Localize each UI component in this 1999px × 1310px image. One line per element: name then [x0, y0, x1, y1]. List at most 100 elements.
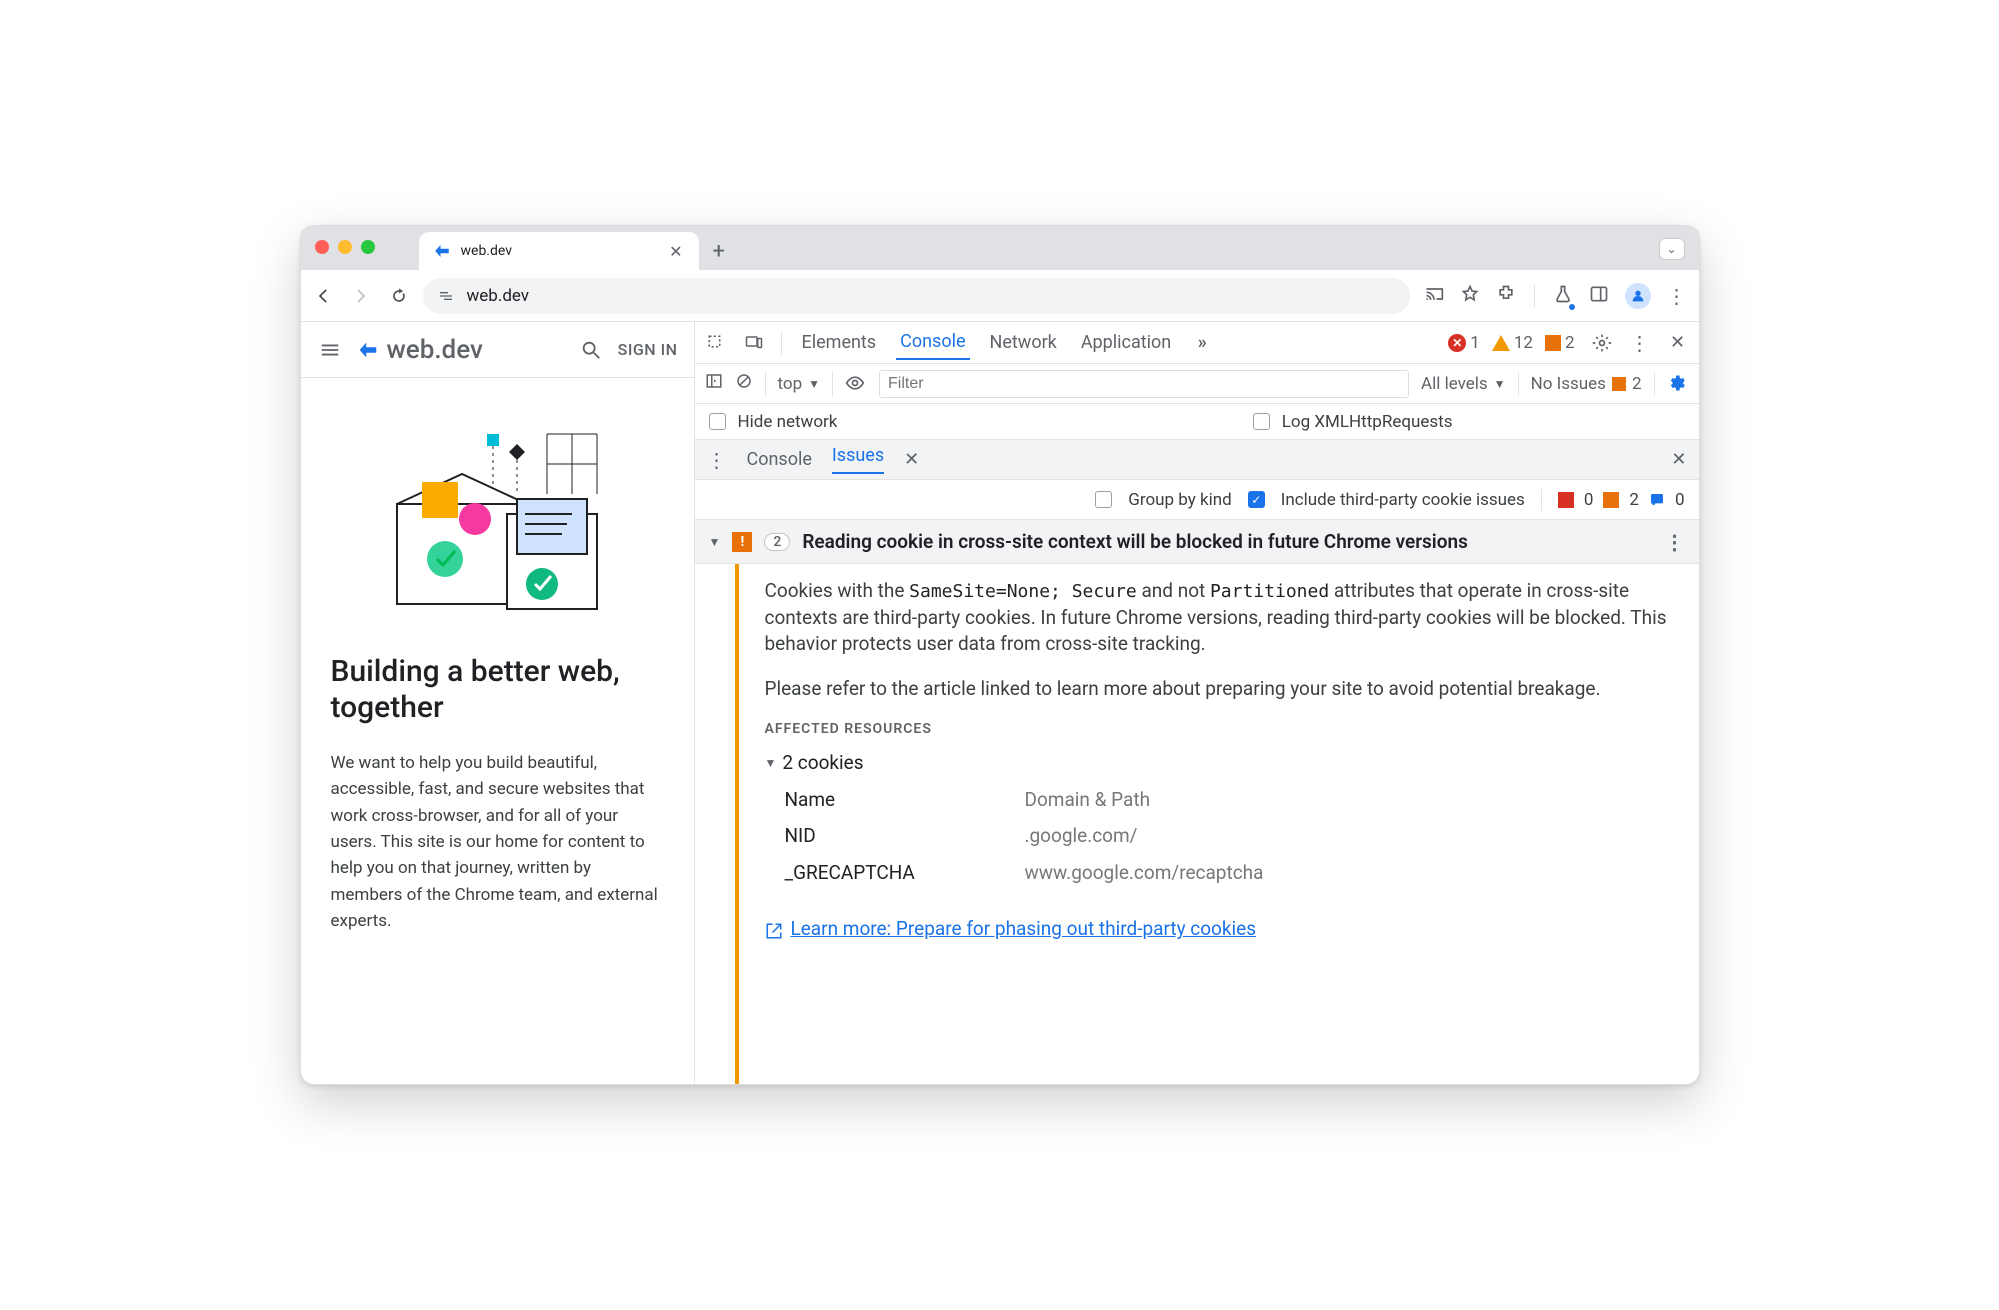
site-header: web.dev SIGN IN	[301, 322, 694, 378]
table-row: NID .google.com/	[785, 813, 1675, 850]
disclosure-triangle-icon[interactable]: ▼	[709, 535, 721, 549]
issue-counters: ✕1 12 2	[1448, 333, 1574, 353]
col-name: Name	[785, 787, 985, 814]
drawer-kebab-icon[interactable]: ⋮	[707, 448, 727, 472]
tab-elements[interactable]: Elements	[798, 326, 881, 359]
toolbar-right: ⋮	[1424, 283, 1687, 309]
minimize-window-button[interactable]	[338, 240, 352, 254]
brand-logo-icon	[357, 339, 379, 361]
omnibox[interactable]: web.dev	[423, 278, 1410, 314]
new-tab-button[interactable]: +	[713, 232, 725, 270]
drawer-close-icon[interactable]: ✕	[1671, 449, 1686, 470]
site-brand[interactable]: web.dev	[357, 335, 483, 365]
live-expression-icon[interactable]	[845, 373, 867, 395]
issue-severity-icon: !	[732, 532, 752, 552]
labs-icon[interactable]	[1553, 284, 1573, 308]
drawer-tab-close-icon[interactable]: ✕	[904, 449, 919, 470]
tab-list-button[interactable]: ⌄	[1659, 238, 1685, 260]
issue-counter[interactable]: 2	[1545, 333, 1575, 353]
hide-network-checkbox[interactable]	[709, 413, 726, 430]
drawer-tab-console[interactable]: Console	[747, 449, 812, 470]
log-xhr-label: Log XMLHttpRequests	[1282, 412, 1453, 432]
devtools-close-icon[interactable]: ✕	[1667, 332, 1689, 354]
tab-network[interactable]: Network	[986, 326, 1061, 359]
issue-title: Reading cookie in cross-site context wil…	[802, 530, 1652, 553]
reload-button[interactable]	[389, 286, 409, 306]
separator	[781, 331, 782, 355]
external-link-icon	[765, 921, 783, 939]
drawer-tab-issues[interactable]: Issues	[832, 445, 884, 474]
forward-button[interactable]	[351, 286, 371, 306]
settings-gear-icon[interactable]	[1591, 332, 1613, 354]
extensions-icon[interactable]	[1496, 284, 1516, 308]
side-panel-icon[interactable]	[1589, 284, 1609, 308]
affected-resources-heading: AFFECTED RESOURCES	[765, 720, 1675, 740]
log-levels-select[interactable]: All levels▼	[1421, 374, 1506, 394]
log-xhr-checkbox[interactable]	[1253, 413, 1270, 430]
cookies-table: Name Domain & Path NID .google.com/ _GRE…	[785, 787, 1675, 887]
hamburger-menu-icon[interactable]	[317, 337, 343, 363]
page-errors-icon	[1558, 492, 1574, 508]
issue-paragraph-1: Cookies with the SameSite=None; Secure a…	[765, 578, 1675, 658]
cast-icon[interactable]	[1424, 284, 1444, 308]
search-icon[interactable]	[578, 337, 604, 363]
favicon-icon	[433, 242, 451, 260]
hide-network-label: Hide network	[738, 412, 838, 432]
cookies-toggle[interactable]: ▼2 cookies	[765, 750, 1675, 777]
tab-console[interactable]: Console	[896, 325, 969, 360]
site-settings-icon[interactable]	[437, 287, 455, 305]
close-window-button[interactable]	[315, 240, 329, 254]
include-third-party-checkbox[interactable]: ✓	[1248, 491, 1265, 508]
omnibox-url: web.dev	[467, 286, 530, 306]
issue-kebab-icon[interactable]: ⋮	[1665, 530, 1685, 554]
browser-tab[interactable]: web.dev ✕	[419, 232, 699, 270]
separator	[1534, 285, 1535, 307]
col-domain: Domain & Path	[1025, 787, 1151, 814]
profile-avatar[interactable]	[1625, 283, 1651, 309]
issues-toolbar: Group by kind ✓ Include third-party cook…	[695, 480, 1699, 520]
learn-more: Learn more: Prepare for phasing out thir…	[765, 916, 1675, 943]
no-issues-label[interactable]: No Issues2	[1531, 374, 1642, 394]
devtools-kebab-icon[interactable]: ⋮	[1629, 332, 1651, 354]
titlebar: web.dev ✕ + ⌄	[301, 226, 1699, 270]
hero-illustration	[331, 414, 664, 634]
drawer-tabbar: ⋮ Console Issues ✕ ✕	[695, 440, 1699, 480]
fullscreen-window-button[interactable]	[361, 240, 375, 254]
inspect-element-icon[interactable]	[705, 332, 727, 354]
improvements-icon	[1649, 492, 1665, 508]
execution-context[interactable]: top▼	[778, 374, 821, 394]
tab-label: web.dev	[461, 243, 660, 259]
devtools: Elements Console Network Application » ✕…	[695, 322, 1699, 1084]
filter-input[interactable]	[879, 370, 1409, 398]
issue-paragraph-2: Please refer to the article linked to le…	[765, 676, 1675, 703]
toggle-sidebar-icon[interactable]	[705, 372, 723, 395]
sign-in-button[interactable]: SIGN IN	[618, 340, 678, 359]
hero-body: We want to help you build beautiful, acc…	[331, 750, 664, 934]
back-button[interactable]	[313, 286, 333, 306]
warning-counter[interactable]: 12	[1492, 333, 1533, 353]
bookmark-star-icon[interactable]	[1460, 284, 1480, 308]
more-tabs-icon[interactable]: »	[1191, 332, 1213, 354]
address-bar: web.dev ⋮	[301, 270, 1699, 322]
console-settings-row: Hide network Log XMLHttpRequests	[695, 404, 1699, 440]
page-pane: web.dev SIGN IN	[301, 322, 695, 1084]
breaking-changes-icon	[1603, 492, 1619, 508]
console-settings-icon[interactable]	[1667, 373, 1689, 395]
device-toggle-icon[interactable]	[743, 332, 765, 354]
group-by-kind-checkbox[interactable]	[1095, 491, 1112, 508]
close-tab-icon[interactable]: ✕	[669, 242, 682, 261]
kebab-menu-icon[interactable]: ⋮	[1667, 284, 1687, 308]
learn-more-link[interactable]: Learn more: Prepare for phasing out thir…	[791, 916, 1257, 943]
include-third-party-label: Include third-party cookie issues	[1281, 490, 1525, 510]
group-by-kind-label: Group by kind	[1128, 490, 1231, 510]
hero: Building a better web, together We want …	[301, 378, 694, 944]
issue-occurrence-count: 2	[764, 533, 790, 551]
devtools-tabbar: Elements Console Network Application » ✕…	[695, 322, 1699, 364]
tab-application[interactable]: Application	[1077, 326, 1175, 359]
clear-console-icon[interactable]	[735, 372, 753, 395]
error-counter[interactable]: ✕1	[1448, 333, 1480, 353]
table-row: _GRECAPTCHA www.google.com/recaptcha	[785, 850, 1675, 887]
hero-title: Building a better web, together	[331, 654, 664, 726]
issue-header[interactable]: ▼ ! 2 Reading cookie in cross-site conte…	[695, 520, 1699, 564]
console-toolbar: top▼ All levels▼ No Issues2	[695, 364, 1699, 404]
